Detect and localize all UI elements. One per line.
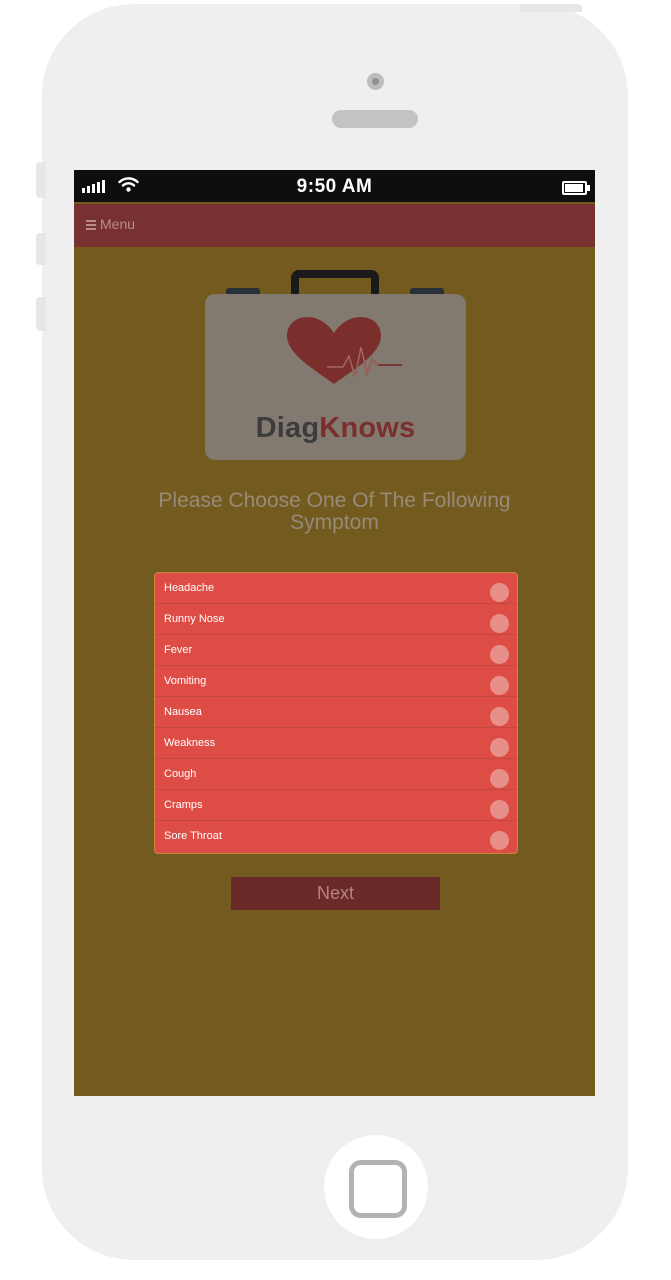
radio-button[interactable] [490, 800, 509, 819]
symptom-option-cramps[interactable]: Cramps [155, 790, 517, 821]
symptom-label: Runny Nose [164, 613, 225, 625]
radio-button[interactable] [490, 676, 509, 695]
symptom-prompt: Please Choose One Of The Following Sympt… [158, 489, 511, 534]
radio-button[interactable] [490, 738, 509, 757]
symptom-option-sore-throat[interactable]: Sore Throat [155, 821, 517, 852]
logo-text: DiagKnows [205, 412, 466, 445]
status-bar: 9:50 AM [74, 170, 595, 202]
radio-button[interactable] [490, 707, 509, 726]
menu-button[interactable]: Menu [86, 216, 135, 232]
hamburger-icon [86, 219, 96, 230]
symptom-option-vomiting[interactable]: Vomiting [155, 666, 517, 697]
power-button [520, 4, 582, 12]
next-button[interactable]: Next [231, 877, 440, 910]
home-square-icon [349, 1160, 407, 1218]
volume-up-button [36, 233, 46, 265]
radio-button[interactable] [490, 583, 509, 602]
logo-text-knows: Knows [319, 412, 416, 444]
status-time: 9:50 AM [296, 176, 373, 197]
front-camera [367, 73, 384, 90]
symptom-option-nausea[interactable]: Nausea [155, 697, 517, 728]
radio-button[interactable] [490, 769, 509, 788]
app-logo: DiagKnows [204, 270, 467, 462]
briefcase-body: DiagKnows [205, 294, 466, 460]
logo-text-diag: Diag [255, 412, 320, 444]
symptom-label: Nausea [164, 706, 202, 718]
radio-button[interactable] [490, 645, 509, 664]
symptom-label: Sore Throat [164, 830, 222, 842]
radio-button[interactable] [490, 614, 509, 633]
symptom-label: Headache [164, 582, 215, 594]
symptom-label: Vomiting [164, 675, 207, 687]
home-button[interactable] [324, 1135, 428, 1239]
heart-pulse-icon [287, 317, 402, 384]
symptom-label: Weakness [164, 737, 216, 749]
symptom-label: Fever [164, 644, 193, 656]
symptom-list: Headache Runny Nose Fever Vomiting Nause… [154, 572, 518, 854]
app-screen: 9:50 AM Menu DiagKnows Please Choose One… [74, 170, 595, 1096]
symptom-option-headache[interactable]: Headache [155, 573, 517, 604]
volume-down-button [36, 297, 46, 331]
earpiece-speaker [332, 110, 418, 128]
radio-button[interactable] [490, 831, 509, 850]
menu-label: Menu [100, 216, 136, 232]
symptom-option-runny-nose[interactable]: Runny Nose [155, 604, 517, 635]
symptom-option-cough[interactable]: Cough [155, 759, 517, 790]
symptom-option-fever[interactable]: Fever [155, 635, 517, 666]
mute-switch [36, 162, 46, 198]
nav-bar: Menu [74, 204, 595, 247]
symptom-label: Cramps [164, 799, 203, 811]
symptom-label: Cough [164, 768, 197, 780]
symptom-option-weakness[interactable]: Weakness [155, 728, 517, 759]
battery-icon [562, 181, 590, 195]
